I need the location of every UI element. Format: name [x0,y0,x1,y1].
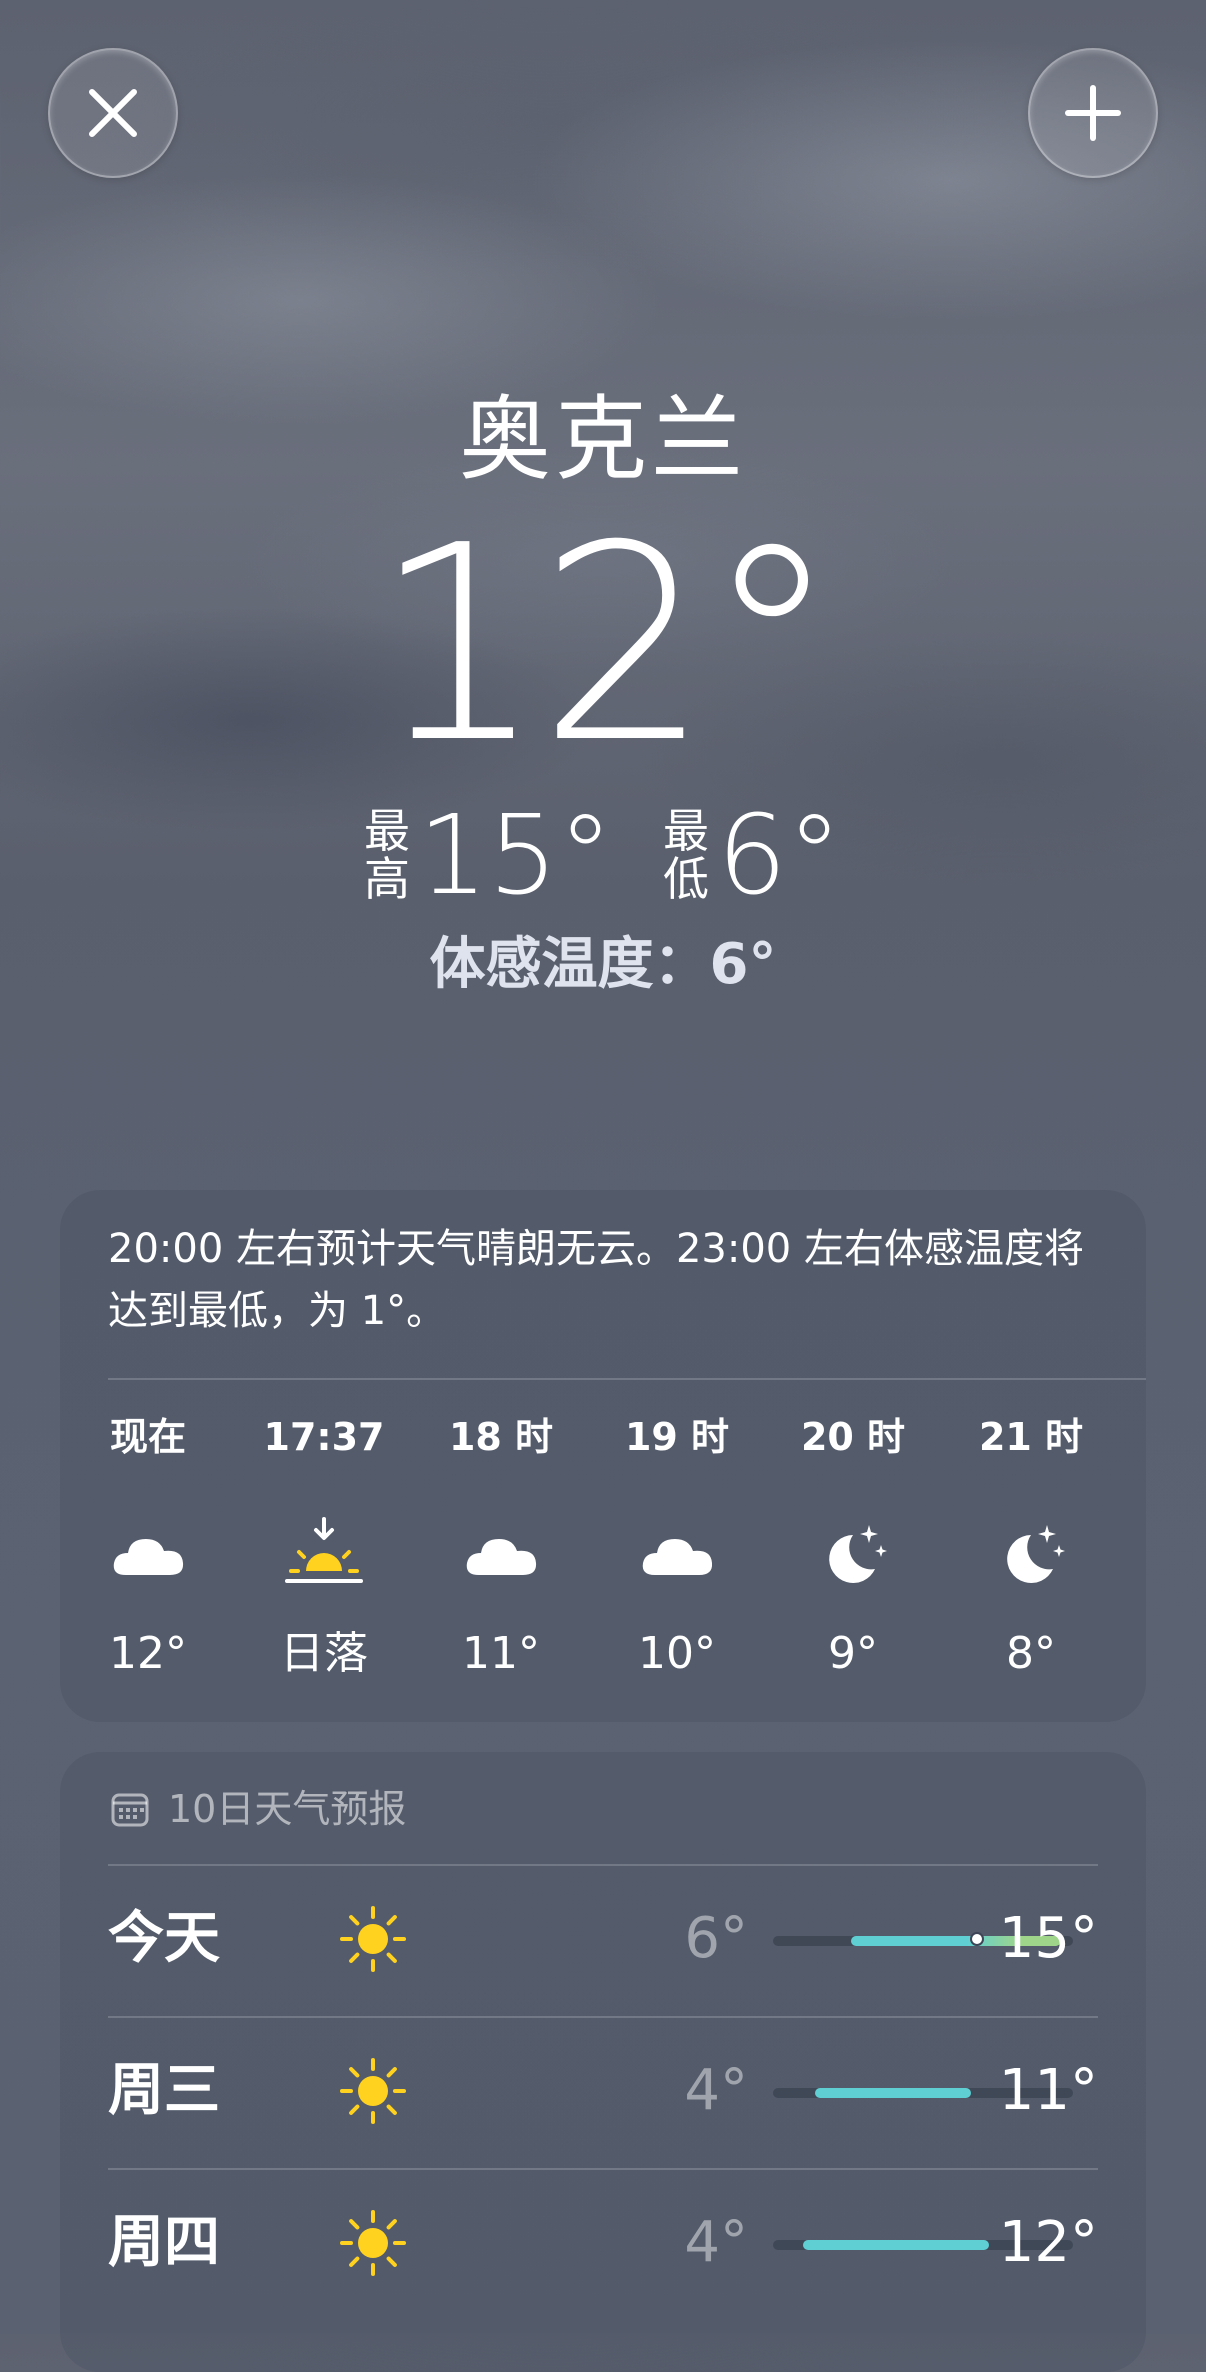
hourly-item: 17:37 日落 [236,1412,412,1684]
hourly-temperature: 9° [828,1628,878,1679]
current-temperature-value: 12° [372,487,840,802]
hourly-time: 17:37 [263,1415,385,1459]
hourly-summary: 20:00 左右预计天气晴朗无云。23:00 左右体感温度将达到最低，为 1°。 [108,1226,1084,1334]
close-button[interactable] [48,48,178,178]
temperature-range-fill [815,2088,971,2098]
high-value: 15° [418,791,613,919]
city-name: 奥克兰 [458,386,747,493]
daily-forecast-card[interactable]: 10日天气预报 今天 6° 15° 周三 4° 11° 周四 4° 12° [60,1752,1146,2372]
day-name: 今天 [108,1906,220,1971]
cloud-icon [642,1539,713,1575]
day-icon-wrap [338,1904,408,1974]
hourly-icon-wrap [765,1500,941,1610]
hourly-temperature: 8° [1006,1628,1056,1679]
day-high-temperature: 11° [998,2058,1098,2123]
low-label: 最 低 [663,807,709,903]
daily-row[interactable]: 今天 6° 15° [108,1864,1098,2014]
high-label: 最 高 [364,807,410,903]
hourly-temperature: 日落 [280,1628,368,1679]
cloud-icon [113,1539,184,1575]
daily-header: 10日天气预报 [110,1784,406,1834]
hourly-icon-wrap [60,1500,236,1610]
calendar-icon [111,1793,149,1827]
hourly-time: 19 时 [624,1415,730,1459]
hourly-item: 现在 12° [60,1412,236,1684]
moon-stars-icon [829,1525,887,1583]
row-divider [108,2168,1098,2170]
sun-icon [340,2210,406,2276]
day-name: 周三 [108,2058,220,2123]
hourly-time: 现在 [109,1415,186,1459]
low-label-char-2: 低 [662,852,709,906]
hourly-time: 20 时 [800,1415,906,1459]
temperature-range-fill [803,2240,989,2250]
sun-icon [340,1906,406,1972]
day-icon-wrap [338,2056,408,2126]
hourly-icon-wrap [589,1500,765,1610]
hourly-icon-wrap [943,1500,1119,1610]
close-icon [89,89,137,137]
day-icon-wrap [338,2208,408,2278]
daily-row[interactable]: 周三 4° 11° [108,2016,1098,2166]
hourly-temperature: 12° [109,1628,187,1679]
day-high-temperature: 15° [998,1906,1098,1971]
hourly-time: 18 时 [448,1415,554,1459]
feels-like: 体感温度：6° [429,932,777,997]
high-label-char-1: 最 [364,804,410,858]
high-low: 最 高 15° 最 低 6° [0,800,1206,910]
hourly-item: 21 时 8° [943,1412,1119,1684]
day-low-temperature: 4° [684,2210,748,2275]
day-low-temperature: 6° [684,1906,748,1971]
daily-row[interactable]: 周四 4° 12° [108,2168,1098,2318]
hourly-temperature: 11° [462,1628,540,1679]
row-divider [108,1864,1098,1866]
row-divider [108,2016,1098,2018]
sun-icon [340,2058,406,2124]
day-low-temperature: 4° [684,2058,748,2123]
day-high-temperature: 12° [998,2210,1098,2275]
hourly-divider [108,1378,1146,1380]
plus-icon [1065,85,1121,141]
current-temperature: 12° [0,487,1206,802]
hourly-icon-wrap [236,1500,412,1610]
high-temperature: 最 高 15° [364,800,613,910]
hourly-item: 20 时 9° [765,1412,941,1684]
moon-stars-icon [1007,1525,1065,1583]
hourly-item: 19 时 10° [589,1412,765,1684]
high-label-char-2: 高 [364,852,410,906]
sunset-icon [285,1517,363,1583]
hourly-temperature: 10° [638,1628,716,1679]
hourly-icon-wrap [413,1500,589,1610]
add-button[interactable] [1028,48,1158,178]
low-temperature: 最 低 6° [663,800,842,910]
hourly-forecast-card[interactable]: 20:00 左右预计天气晴朗无云。23:00 左右体感温度将达到最低，为 1°。… [60,1190,1146,1722]
low-label-char-1: 最 [662,804,709,858]
daily-header-label: 10日天气预报 [168,1787,407,1831]
low-value: 6° [716,791,842,919]
hourly-time: 21 时 [978,1415,1084,1459]
cloud-icon [466,1539,537,1575]
day-name: 周四 [108,2210,220,2275]
hourly-item: 18 时 11° [413,1412,589,1684]
